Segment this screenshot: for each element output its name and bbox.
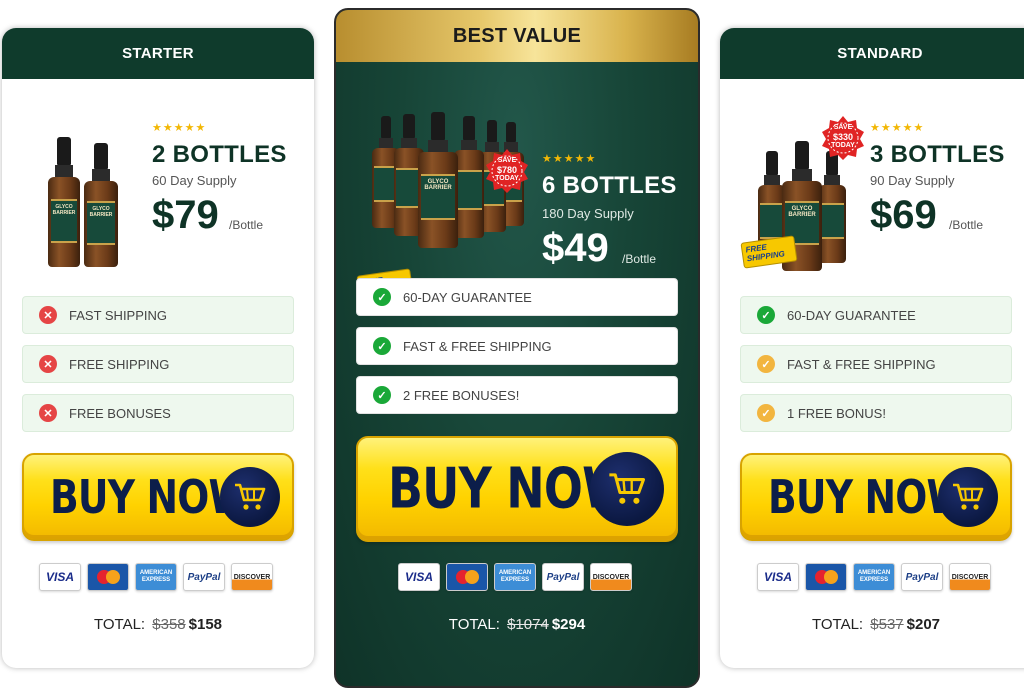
feature-free-shipping: ✕ FREE SHIPPING	[22, 345, 294, 383]
check-warn-icon: ✓	[757, 404, 775, 422]
feature-free-bonus: ✓ 1 FREE BONUS!	[740, 394, 1012, 432]
cart-icon	[938, 467, 998, 527]
check-icon: ✓	[373, 288, 391, 306]
per-unit-label: /Bottle	[229, 218, 264, 232]
feature-fast-free-shipping: ✓ FAST & FREE SHIPPING	[740, 345, 1012, 383]
total-price: TOTAL: $1074 $294	[448, 616, 586, 633]
cart-icon	[590, 452, 664, 526]
bottle-quantity: 2 BOTTLES	[152, 141, 287, 168]
feature-fast-free-shipping: ✓ FAST & FREE SHIPPING	[356, 327, 678, 365]
mastercard-logo	[87, 563, 129, 591]
bottle-quantity: 6 BOTTLES	[542, 172, 677, 199]
save-badge: SAVE $780 TODAY	[484, 148, 530, 194]
feature-60-day-guarantee: ✓ 60-DAY GUARANTEE	[740, 296, 1012, 334]
check-icon: ✓	[373, 386, 391, 404]
payment-logos: VISA AMERICAN EXPRESS PayPal DISCOVER	[398, 563, 632, 591]
discounted-total: $294	[551, 616, 586, 633]
price-per-bottle: $69	[870, 193, 937, 237]
check-icon: ✓	[373, 337, 391, 355]
feature-free-bonuses: ✓ 2 FREE BONUSES!	[356, 376, 678, 414]
paypal-logo: PayPal	[542, 563, 584, 591]
pricing-table: STARTER GLYCO BARRIER GLYCO BARRIER ★★★★…	[0, 0, 1024, 692]
price-per-bottle: $49	[542, 226, 609, 270]
product-bottles-image: GLYCO BARRIER GLYCO BARRIER	[46, 137, 122, 267]
amex-logo: AMERICAN EXPRESS	[853, 563, 895, 591]
supply-duration: 90 Day Supply	[870, 173, 955, 188]
visa-logo: VISA	[39, 563, 81, 591]
supply-duration: 180 Day Supply	[542, 206, 634, 221]
payment-logos: VISA AMERICAN EXPRESS PayPal DISCOVER	[39, 563, 273, 591]
bottle	[454, 116, 484, 238]
save-badge: SAVE $330 TODAY	[820, 115, 866, 161]
rating-stars: ★★★★★	[542, 153, 597, 165]
discover-logo: DISCOVER	[949, 563, 991, 591]
bottle: GLYCO BARRIER	[418, 112, 458, 248]
mastercard-logo	[805, 563, 847, 591]
payment-logos: VISA AMERICAN EXPRESS PayPal DISCOVER	[757, 563, 991, 591]
cart-icon	[220, 467, 280, 527]
per-unit-label: /Bottle	[622, 252, 657, 266]
supply-duration: 60 Day Supply	[152, 173, 237, 188]
feature-fast-shipping: ✕ FAST SHIPPING	[22, 296, 294, 334]
paypal-logo: PayPal	[901, 563, 943, 591]
free-shipping-tag: FREE SHIPPING	[740, 235, 798, 269]
feature-free-bonuses: ✕ FREE BONUSES	[22, 394, 294, 432]
discover-logo: DISCOVER	[231, 563, 273, 591]
product-area: GLYCO BARRIER SAVE $330 TODAY FREE SHIPP…	[720, 79, 1024, 271]
plan-card-starter: STARTER GLYCO BARRIER GLYCO BARRIER ★★★★…	[2, 28, 314, 668]
discounted-total: $158	[188, 616, 223, 633]
bottle-quantity: 3 BOTTLES	[870, 141, 1005, 168]
original-total: $358	[152, 616, 186, 633]
x-icon: ✕	[39, 306, 57, 324]
product-area: GLYCO BARRIER GLYCO BARRIER ★★★★★ 2 BOTT…	[2, 79, 314, 267]
plan-header: STARTER	[2, 28, 314, 79]
buy-now-button[interactable]: BUY NOW	[356, 436, 678, 542]
paypal-logo: PayPal	[183, 563, 225, 591]
buy-now-button[interactable]: BUY NOW	[740, 453, 1012, 541]
discover-logo: DISCOVER	[590, 563, 632, 591]
discounted-total: $207	[906, 616, 941, 633]
buy-now-button[interactable]: BUY NOW	[22, 453, 294, 541]
plan-card-best-value: BEST VALUE GLYCO BARRIER SAVE $780 TODAY…	[334, 8, 700, 688]
amex-logo: AMERICAN EXPRESS	[135, 563, 177, 591]
rating-stars: ★★★★★	[152, 122, 207, 134]
check-warn-icon: ✓	[757, 355, 775, 373]
original-total: $537	[870, 616, 904, 633]
price-per-bottle: $79	[152, 193, 219, 237]
x-icon: ✕	[39, 355, 57, 373]
bottle: GLYCO BARRIER	[48, 137, 80, 267]
visa-logo: VISA	[757, 563, 799, 591]
original-total: $1074	[507, 616, 549, 633]
plan-header: STANDARD	[720, 28, 1024, 79]
feature-60-day-guarantee: ✓ 60-DAY GUARANTEE	[356, 278, 678, 316]
bottle	[818, 151, 846, 263]
amex-logo: AMERICAN EXPRESS	[494, 563, 536, 591]
bottle: GLYCO BARRIER	[84, 143, 118, 267]
visa-logo: VISA	[398, 563, 440, 591]
check-icon: ✓	[757, 306, 775, 324]
total-price: TOTAL: $537 $207	[811, 616, 941, 633]
mastercard-logo	[446, 563, 488, 591]
plan-header: BEST VALUE	[336, 10, 698, 62]
per-unit-label: /Bottle	[949, 218, 984, 232]
product-area: GLYCO BARRIER SAVE $780 TODAY FREE SHIPP…	[336, 62, 698, 302]
total-price: TOTAL: $358 $158	[93, 616, 223, 633]
x-icon: ✕	[39, 404, 57, 422]
rating-stars: ★★★★★	[870, 122, 925, 134]
plan-card-standard: STANDARD GLYCO BARRIER SAVE $330 TODAY F…	[720, 28, 1024, 668]
